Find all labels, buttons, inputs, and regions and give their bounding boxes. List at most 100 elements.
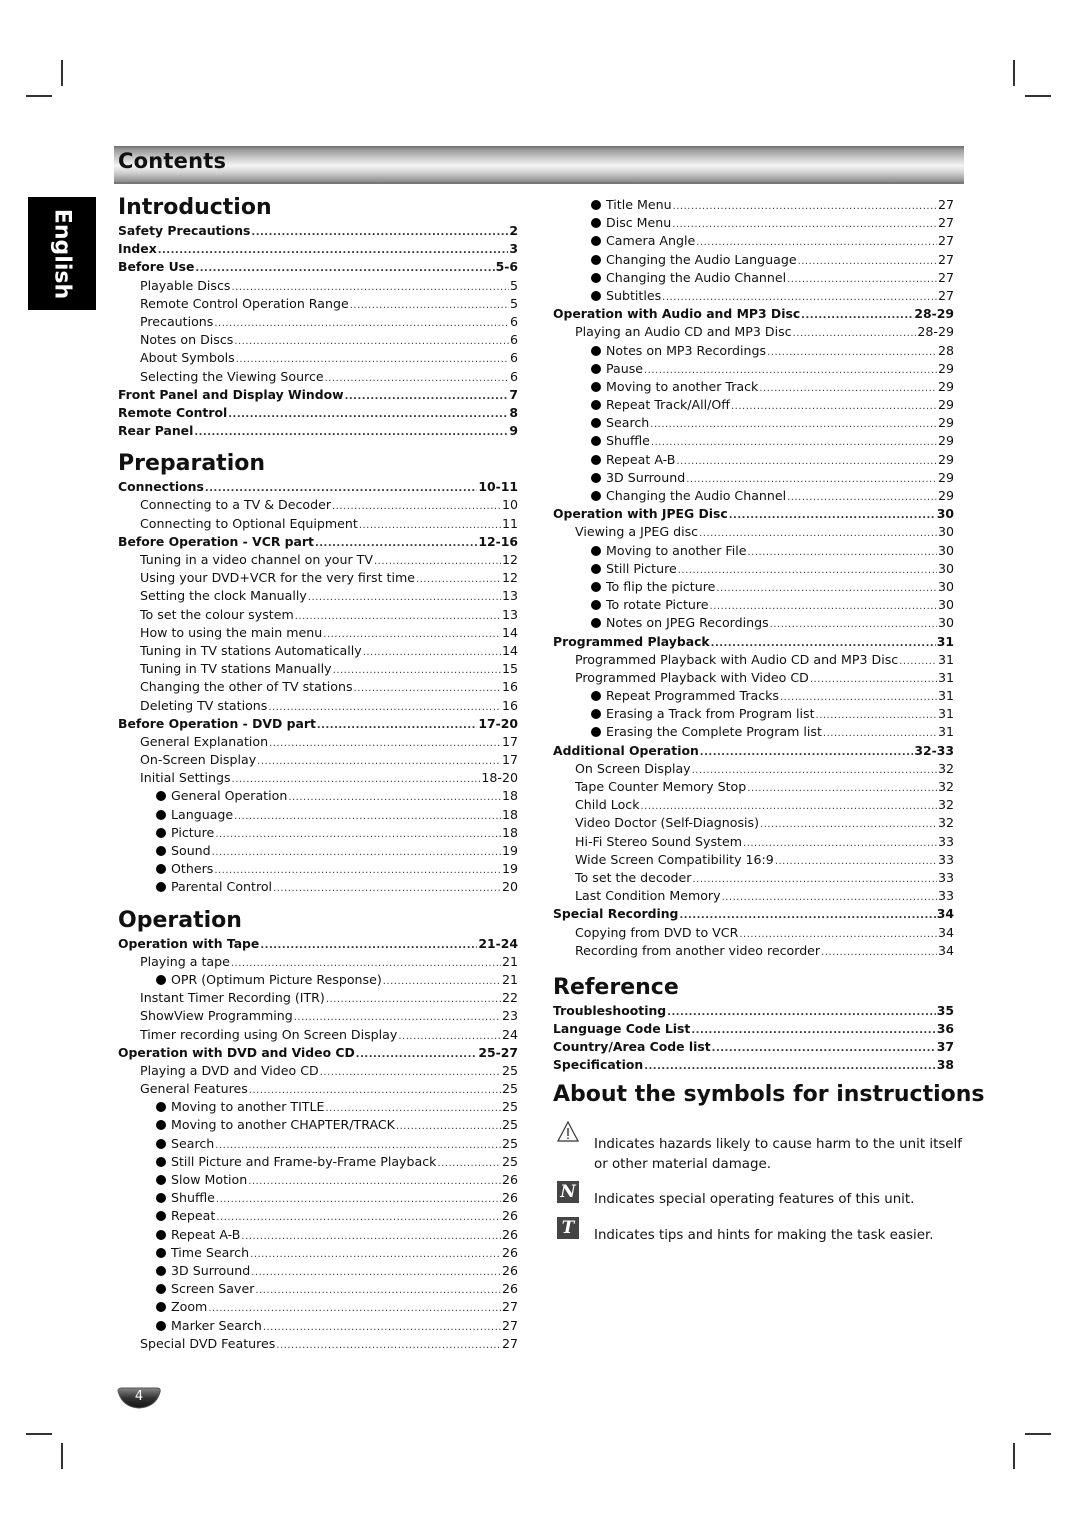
- toc-entry[interactable]: Zoom 27: [118, 1298, 518, 1316]
- toc-entry[interactable]: Tape Counter Memory Stop 32: [553, 778, 954, 796]
- toc-entry[interactable]: Tuning in a video channel on your TV 12: [118, 551, 518, 569]
- toc-entry[interactable]: Repeat Track/All/Off 29: [553, 396, 954, 414]
- toc-entry[interactable]: Moving to another CHAPTER/TRACK 25: [118, 1116, 518, 1134]
- toc-entry[interactable]: Recording from another video recorder 34: [553, 942, 954, 960]
- toc-entry[interactable]: Playing a DVD and Video CD 25: [118, 1062, 518, 1080]
- toc-entry[interactable]: Marker Search 27: [118, 1317, 518, 1335]
- toc-entry[interactable]: Child Lock 32: [553, 796, 954, 814]
- toc-entry[interactable]: Remote Control Operation Range 5: [118, 295, 518, 313]
- toc-entry[interactable]: To flip the picture 30: [553, 578, 954, 596]
- toc-entry[interactable]: On Screen Display 32: [553, 760, 954, 778]
- toc-entry[interactable]: ShowView Programming 23: [118, 1007, 518, 1025]
- toc-entry[interactable]: On-Screen Display 17: [118, 751, 518, 769]
- toc-entry[interactable]: Before Operation - VCR part 12-16: [118, 533, 518, 551]
- toc-entry[interactable]: Slow Motion 26: [118, 1171, 518, 1189]
- toc-entry[interactable]: Rear Panel 9: [118, 422, 518, 440]
- toc-entry[interactable]: Troubleshooting 35: [553, 1002, 954, 1020]
- toc-entry[interactable]: Index 3: [118, 240, 518, 258]
- toc-entry[interactable]: Connections 10-11: [118, 478, 518, 496]
- toc-entry[interactable]: Erasing the Complete Program list 31: [553, 723, 954, 741]
- toc-entry[interactable]: Shuffle 26: [118, 1189, 518, 1207]
- toc-entry[interactable]: General Operation 18: [118, 787, 518, 805]
- toc-entry[interactable]: Country/Area Code list 37: [553, 1038, 954, 1056]
- toc-entry[interactable]: Repeat Programmed Tracks 31: [553, 687, 954, 705]
- toc-entry[interactable]: Wide Screen Compatibility 16:9 33: [553, 851, 954, 869]
- toc-entry[interactable]: Time Search 26: [118, 1244, 518, 1262]
- toc-entry[interactable]: Special Recording 34: [553, 905, 954, 923]
- toc-entry[interactable]: Special DVD Features 27: [118, 1335, 518, 1353]
- toc-entry[interactable]: Specification 38: [553, 1056, 954, 1074]
- toc-entry[interactable]: Disc Menu 27: [553, 214, 954, 232]
- toc-entry[interactable]: Parental Control 20: [118, 878, 518, 896]
- toc-entry[interactable]: Precautions 6: [118, 313, 518, 331]
- toc-entry[interactable]: OPR (Optimum Picture Response) 21: [118, 971, 518, 989]
- toc-entry[interactable]: General Explanation 17: [118, 733, 518, 751]
- toc-entry[interactable]: Instant Timer Recording (ITR) 22: [118, 989, 518, 1007]
- toc-entry[interactable]: Setting the clock Manually 13: [118, 587, 518, 605]
- toc-entry[interactable]: Notes on MP3 Recordings 28: [553, 342, 954, 360]
- toc-entry[interactable]: To set the colour system 13: [118, 606, 518, 624]
- toc-entry[interactable]: Moving to another TITLE 25: [118, 1098, 518, 1116]
- toc-entry[interactable]: Changing the Audio Channel 29: [553, 487, 954, 505]
- toc-entry[interactable]: Before Operation - DVD part 17-20: [118, 715, 518, 733]
- toc-entry[interactable]: Operation with Tape 21-24: [118, 935, 518, 953]
- toc-entry[interactable]: Playing a tape 21: [118, 953, 518, 971]
- toc-entry[interactable]: Programmed Playback with Audio CD and MP…: [553, 651, 954, 669]
- toc-entry[interactable]: Deleting TV stations 16: [118, 697, 518, 715]
- toc-entry[interactable]: Connecting to Optional Equipment 11: [118, 515, 518, 533]
- toc-entry[interactable]: Programmed Playback with Video CD 31: [553, 669, 954, 687]
- toc-entry[interactable]: Using your DVD+VCR for the very first ti…: [118, 569, 518, 587]
- toc-entry[interactable]: Viewing a JPEG disc 30: [553, 523, 954, 541]
- toc-entry[interactable]: Camera Angle 27: [553, 232, 954, 250]
- toc-entry[interactable]: Tuning in TV stations Automatically 14: [118, 642, 518, 660]
- toc-entry[interactable]: Language 18: [118, 806, 518, 824]
- toc-entry[interactable]: How to using the main menu 14: [118, 624, 518, 642]
- toc-entry[interactable]: Video Doctor (Self-Diagnosis) 32: [553, 814, 954, 832]
- toc-entry[interactable]: 3D Surround 26: [118, 1262, 518, 1280]
- toc-entry[interactable]: Copying from DVD to VCR 34: [553, 924, 954, 942]
- toc-entry[interactable]: Repeat 26: [118, 1207, 518, 1225]
- toc-entry[interactable]: Repeat A-B 26: [118, 1226, 518, 1244]
- toc-entry[interactable]: Timer recording using On Screen Display 2…: [118, 1026, 518, 1044]
- toc-entry[interactable]: Subtitles 27: [553, 287, 954, 305]
- toc-entry[interactable]: To rotate Picture 30: [553, 596, 954, 614]
- toc-entry[interactable]: Remote Control 8: [118, 404, 518, 422]
- toc-entry[interactable]: 3D Surround 29: [553, 469, 954, 487]
- toc-entry[interactable]: Safety Precautions 2: [118, 222, 518, 240]
- toc-entry[interactable]: Programmed Playback 31: [553, 633, 954, 651]
- toc-entry[interactable]: Hi-Fi Stereo Sound System 33: [553, 833, 954, 851]
- toc-entry[interactable]: Front Panel and Display Window 7: [118, 386, 518, 404]
- toc-entry[interactable]: Search 25: [118, 1135, 518, 1153]
- toc-entry[interactable]: Initial Settings 18-20: [118, 769, 518, 787]
- toc-entry[interactable]: Tuning in TV stations Manually 15: [118, 660, 518, 678]
- toc-entry[interactable]: Sound 19: [118, 842, 518, 860]
- toc-entry[interactable]: Notes on Discs 6: [118, 331, 518, 349]
- toc-entry[interactable]: Repeat A-B 29: [553, 451, 954, 469]
- toc-entry[interactable]: Operation with Audio and MP3 Disc 28-29: [553, 305, 954, 323]
- toc-entry[interactable]: Search 29: [553, 414, 954, 432]
- toc-entry[interactable]: Still Picture 30: [553, 560, 954, 578]
- toc-entry[interactable]: Last Condition Memory 33: [553, 887, 954, 905]
- toc-entry[interactable]: Erasing a Track from Program list 31: [553, 705, 954, 723]
- toc-entry[interactable]: Before Use 5-6: [118, 258, 518, 276]
- toc-entry[interactable]: Connecting to a TV & Decoder 10: [118, 496, 518, 514]
- toc-entry[interactable]: Additional Operation 32-33: [553, 742, 954, 760]
- toc-entry[interactable]: Operation with DVD and Video CD 25-27: [118, 1044, 518, 1062]
- toc-entry[interactable]: About Symbols 6: [118, 349, 518, 367]
- toc-entry[interactable]: Shuffle 29: [553, 432, 954, 450]
- toc-entry[interactable]: Changing the Audio Language 27: [553, 251, 954, 269]
- toc-entry[interactable]: Still Picture and Frame-by-Frame Playbac…: [118, 1153, 518, 1171]
- toc-entry[interactable]: Moving to another Track 29: [553, 378, 954, 396]
- toc-entry[interactable]: Playing an Audio CD and MP3 Disc 28-29: [553, 323, 954, 341]
- toc-entry[interactable]: General Features 25: [118, 1080, 518, 1098]
- toc-entry[interactable]: Moving to another File 30: [553, 542, 954, 560]
- toc-entry[interactable]: Selecting the Viewing Source 6: [118, 368, 518, 386]
- toc-entry[interactable]: Pause 29: [553, 360, 954, 378]
- toc-entry[interactable]: Playable Discs 5: [118, 277, 518, 295]
- toc-entry[interactable]: Screen Saver 26: [118, 1280, 518, 1298]
- toc-entry[interactable]: Picture 18: [118, 824, 518, 842]
- toc-entry[interactable]: Changing the Audio Channel 27: [553, 269, 954, 287]
- toc-entry[interactable]: Changing the other of TV stations 16: [118, 678, 518, 696]
- toc-entry[interactable]: Notes on JPEG Recordings 30: [553, 614, 954, 632]
- toc-entry[interactable]: Operation with JPEG Disc 30: [553, 505, 954, 523]
